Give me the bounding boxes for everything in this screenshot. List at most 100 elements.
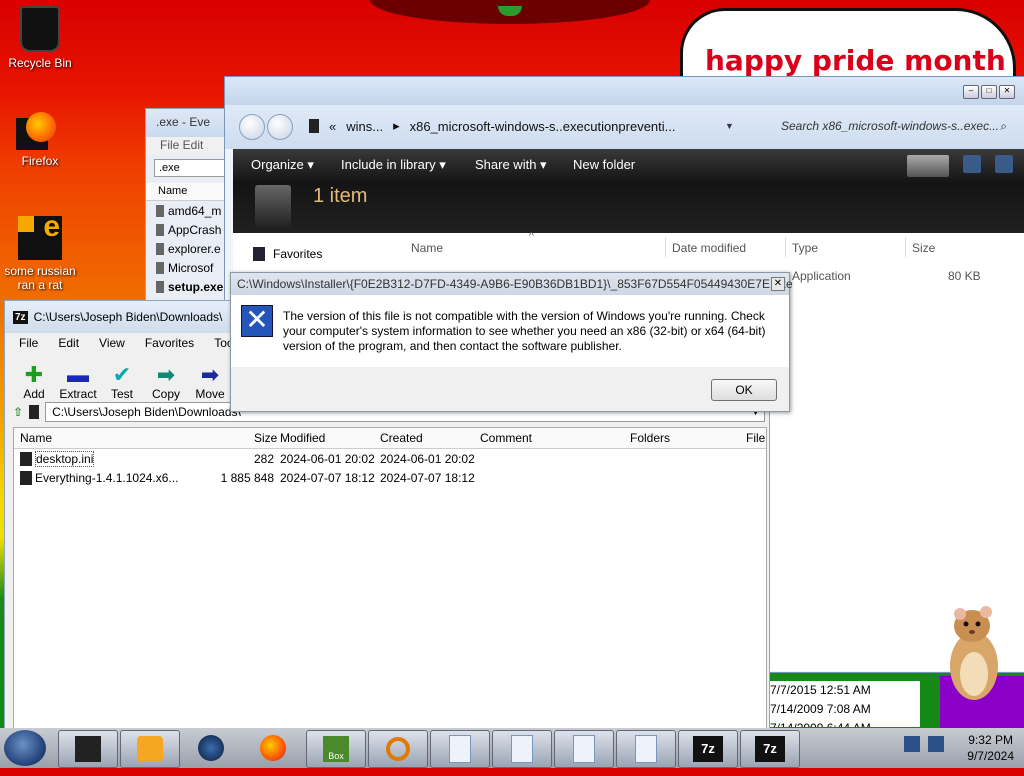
- include-in-library-button[interactable]: Include in library ▾: [341, 157, 446, 173]
- column-separator[interactable]: [665, 237, 666, 257]
- ok-button[interactable]: OK: [711, 379, 777, 401]
- document-icon: [635, 735, 657, 763]
- menu-edit[interactable]: Edit: [58, 336, 79, 350]
- document-icon: [511, 735, 533, 763]
- taskbar-item-globe[interactable]: [182, 730, 240, 766]
- document-icon: [449, 735, 471, 763]
- desktop-icon-some-russian[interactable]: e some russian ran a rat: [0, 212, 80, 293]
- desktop-icon-recycle-bin[interactable]: Recycle Bin: [0, 6, 80, 70]
- close-button[interactable]: ✕: [999, 85, 1015, 99]
- firefox-icon: [260, 735, 286, 761]
- dialog-message: The version of this file is not compatib…: [283, 309, 766, 353]
- column-name[interactable]: Name: [411, 241, 443, 255]
- copy-button[interactable]: ➡ Copy: [149, 363, 183, 402]
- menu-favorites[interactable]: Favorites: [145, 336, 194, 350]
- breadcrumb-overflow[interactable]: «: [329, 119, 336, 134]
- search-placeholder: Search x86_microsoft-windows-s..exec...: [781, 119, 1000, 133]
- taskbar-item-7zip[interactable]: 7z: [740, 730, 800, 768]
- desktop-icon-firefox[interactable]: Firefox: [0, 112, 80, 168]
- table-row[interactable]: desktop.ini 282 2024-06-01 20:02 2024-06…: [14, 449, 766, 468]
- explorer-dates-column: 7/7/2015 12:51 AM 7/14/2009 7:08 AM 7/14…: [770, 681, 920, 727]
- maximize-button[interactable]: □: [981, 85, 997, 99]
- view-controls: [907, 155, 1013, 177]
- error-icon: ✕: [241, 305, 273, 337]
- column-separator[interactable]: [905, 237, 906, 257]
- back-button[interactable]: [239, 114, 265, 140]
- explorer-titlebar[interactable]: [225, 77, 1024, 105]
- dialog-close-button[interactable]: ✕: [771, 277, 785, 291]
- file-name: Everything-1.4.1.1024.x6...: [35, 471, 179, 485]
- column-created[interactable]: Created: [380, 431, 423, 445]
- file-created: 2024-06-01 20:02: [380, 452, 475, 466]
- desktop-icon-label: Firefox: [21, 154, 59, 168]
- table-row[interactable]: Everything-1.4.1.1024.x6... 1 885 848 20…: [14, 468, 766, 487]
- file-icon: [156, 280, 164, 293]
- taskbar-item-document[interactable]: [492, 730, 552, 768]
- column-comment[interactable]: Comment: [480, 431, 532, 445]
- item-count: 1 item: [313, 185, 368, 207]
- file-created: 2024-07-07 18:12: [380, 471, 475, 485]
- volume-icon[interactable]: [928, 736, 944, 752]
- taskbar: Box 7z 7z 9:32 PM 9/7/2024: [0, 728, 1024, 768]
- taskbar-item-document[interactable]: [554, 730, 614, 768]
- menu-file[interactable]: File: [19, 336, 38, 350]
- add-button[interactable]: ✚ Add: [17, 363, 51, 402]
- taskbar-item-box[interactable]: Box: [306, 730, 366, 768]
- clock[interactable]: 9:32 PM 9/7/2024: [967, 732, 1014, 764]
- sort-arrow-icon: ^: [529, 231, 534, 242]
- test-button[interactable]: ✔ Test: [105, 362, 139, 402]
- folder-icon: [156, 204, 164, 217]
- breadcrumb-item[interactable]: wins...: [346, 119, 383, 134]
- clock-time: 9:32 PM: [968, 733, 1013, 747]
- start-button[interactable]: [4, 730, 46, 766]
- folder-icon: [156, 261, 164, 274]
- column-modified[interactable]: Modified: [280, 431, 325, 445]
- menu-view[interactable]: View: [99, 336, 125, 350]
- folder-up-icon[interactable]: ⇧: [13, 405, 23, 419]
- taskbar-item-explorer[interactable]: [58, 730, 118, 768]
- taskbar-item-firefox[interactable]: [244, 730, 302, 766]
- forward-button[interactable]: [267, 114, 293, 140]
- error-dialog[interactable]: C:\Windows\Installer\{F0E2B312-D7FD-4349…: [230, 272, 793, 412]
- search-input[interactable]: Search x86_microsoft-windows-s..exec... …: [775, 113, 1015, 139]
- file-type: Application: [792, 269, 851, 283]
- extract-button[interactable]: ▬ Extract: [59, 363, 96, 402]
- taskbar-item-7zip[interactable]: 7z: [678, 730, 738, 768]
- address-bar[interactable]: « wins... ▸ x86_microsoft-windows-s..exe…: [309, 113, 739, 139]
- new-folder-button[interactable]: New folder: [573, 157, 635, 172]
- taskbar-item-media-player[interactable]: [120, 730, 180, 768]
- share-with-button[interactable]: Share with ▾: [475, 157, 547, 173]
- hamster-icon: [950, 606, 998, 700]
- command-bar: Organize ▾ Include in library ▾ Share wi…: [233, 149, 1024, 233]
- column-date-modified[interactable]: Date modified: [672, 241, 746, 255]
- change-view-icon[interactable]: [907, 155, 949, 177]
- file-size: 80 KB: [948, 269, 981, 283]
- folder-icon: [75, 736, 101, 762]
- chevron-down-icon[interactable]: ▼: [725, 121, 734, 131]
- column-size[interactable]: Size: [254, 431, 277, 445]
- column-name[interactable]: Name: [20, 431, 52, 445]
- preview-pane-icon[interactable]: [963, 155, 981, 173]
- column-size[interactable]: Size: [912, 241, 935, 255]
- column-folders[interactable]: Folders: [630, 431, 670, 445]
- column-type[interactable]: Type: [792, 241, 818, 255]
- file-name: desktop.ini: [35, 451, 95, 467]
- help-icon[interactable]: [995, 155, 1013, 173]
- network-icon[interactable]: [904, 736, 920, 752]
- nav-favorites[interactable]: Favorites: [253, 247, 322, 261]
- taskbar-item-document[interactable]: [430, 730, 490, 768]
- address-row: « wins... ▸ x86_microsoft-windows-s..exe…: [225, 105, 1024, 149]
- column-files[interactable]: File: [746, 431, 765, 445]
- check-icon: ✔: [112, 362, 132, 387]
- move-button[interactable]: ➡ Move: [193, 363, 227, 402]
- taskbar-item-document[interactable]: [616, 730, 676, 768]
- minimize-button[interactable]: –: [963, 85, 979, 99]
- taskbar-item-search[interactable]: [368, 730, 428, 768]
- organize-button[interactable]: Organize ▾: [251, 157, 314, 173]
- document-icon: [573, 735, 595, 763]
- column-separator[interactable]: [785, 237, 786, 257]
- rat-program-icon: e: [18, 212, 62, 260]
- breadcrumb-item[interactable]: x86_microsoft-windows-s..executionpreven…: [410, 119, 676, 134]
- date-cell: 7/7/2015 12:51 AM: [770, 683, 871, 697]
- breadcrumb-separator[interactable]: ▸: [393, 118, 400, 134]
